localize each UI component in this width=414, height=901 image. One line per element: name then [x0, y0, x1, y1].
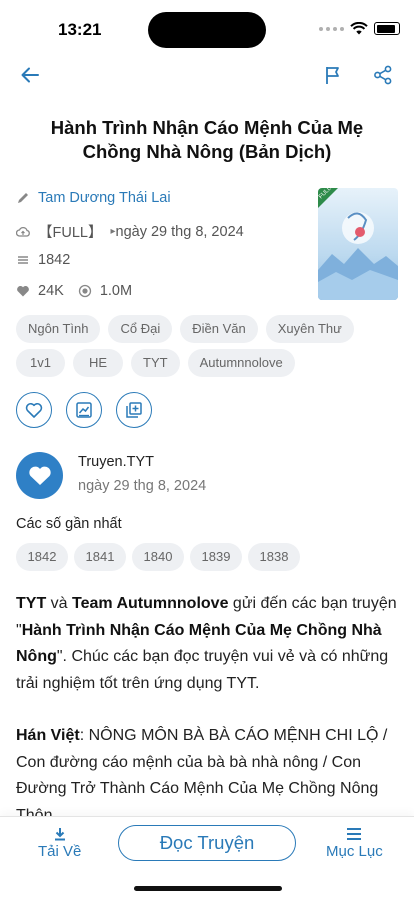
- description-paragraph: TYT và Team Autumnnolove gửi đến các bạn…: [16, 595, 397, 692]
- eye-icon: [78, 284, 92, 298]
- chapter-chip[interactable]: 1840: [132, 543, 184, 571]
- tag-chip[interactable]: HE: [72, 349, 124, 377]
- signal-icon: [319, 26, 344, 31]
- status-time: 13:21: [58, 20, 102, 39]
- tag-chip[interactable]: TYT: [131, 349, 180, 377]
- author-link[interactable]: Tam Dương Thái Lai: [38, 190, 171, 206]
- book-status: 【FULL】: [38, 225, 103, 241]
- menu-icon: [347, 828, 362, 840]
- action-buttons: [16, 392, 152, 428]
- description-paragraph: Hán Việt: NÔNG MÔN BÀ BÀ CÁO MỆNH CHI LỘ…: [16, 727, 388, 824]
- updated-date: ngày 29 thg 8, 2024: [115, 223, 244, 240]
- tag-chip[interactable]: Autumnnolove: [187, 349, 295, 377]
- likes-count: 24K: [38, 283, 64, 299]
- book-cover[interactable]: FULL: [318, 188, 398, 300]
- download-icon: [54, 828, 65, 841]
- views-count: 1.0M: [99, 283, 133, 299]
- favorite-button[interactable]: [16, 392, 52, 428]
- download-button[interactable]: Tải Về: [38, 827, 81, 860]
- chapter-chip[interactable]: 1839: [190, 543, 242, 571]
- tag-chip[interactable]: 1v1: [16, 349, 65, 377]
- share-icon[interactable]: [370, 62, 396, 88]
- heart-icon: [16, 284, 30, 298]
- author-row[interactable]: Tam Dương Thái Lai: [16, 190, 171, 206]
- chart-edit-icon: [76, 402, 92, 418]
- genre-tags: Ngôn Tình Cổ Đại Điền Văn Xuyên Thư 1v1 …: [16, 315, 406, 377]
- report-flag-icon[interactable]: [320, 62, 346, 88]
- download-label: Tải Về: [38, 843, 82, 860]
- add-box-icon: [126, 402, 142, 418]
- book-title: Hành Trình Nhận Cáo Mệnh Của Mẹ Chồng Nh…: [50, 117, 364, 162]
- chapter-chip[interactable]: 1842: [16, 543, 68, 571]
- tag-chip[interactable]: Ngôn Tình: [16, 315, 101, 343]
- tag-chip[interactable]: Xuyên Thư: [265, 315, 354, 343]
- toc-button[interactable]: Mục Lục: [326, 827, 383, 860]
- pen-icon: [16, 191, 30, 205]
- avatar[interactable]: [16, 452, 63, 499]
- tag-chip[interactable]: Điền Văn: [180, 315, 258, 343]
- stats-row: 24K 1.0M: [16, 283, 132, 299]
- chapter-count: 1842: [38, 252, 71, 268]
- battery-icon: [374, 22, 400, 35]
- back-arrow-icon[interactable]: [17, 62, 43, 88]
- tag-chip[interactable]: Cổ Đại: [108, 315, 173, 343]
- cloud-upload-icon: [16, 225, 30, 239]
- review-button[interactable]: [66, 392, 102, 428]
- dynamic-island: [148, 12, 266, 48]
- chapters-row: 1842: [16, 252, 70, 268]
- top-nav: [0, 58, 414, 90]
- recent-chapters-label: Các số gần nhất: [16, 516, 122, 532]
- status-bar: 13:21: [0, 0, 414, 56]
- chapter-chip[interactable]: 1841: [74, 543, 126, 571]
- add-to-library-button[interactable]: [116, 392, 152, 428]
- chapter-chip[interactable]: 1838: [248, 543, 300, 571]
- poster-name[interactable]: Truyen.TYT: [78, 454, 154, 470]
- read-button[interactable]: Đọc Truyện: [118, 825, 296, 861]
- wifi-icon: [350, 22, 368, 35]
- status-icons: [319, 22, 400, 35]
- heart-outline-icon: [25, 403, 43, 418]
- poster-row[interactable]: Truyen.TYT ngày 29 thg 8, 2024: [16, 452, 406, 500]
- toc-label: Mục Lục: [326, 843, 383, 860]
- list-icon: [16, 253, 30, 267]
- home-indicator: [134, 886, 282, 891]
- poster-date: ngày 29 thg 8, 2024: [78, 478, 207, 494]
- status-row: 【FULL】 ▸ ngày 29 thg 8, 2024: [16, 221, 244, 242]
- recent-chapters-list: 1842 1841 1840 1839 1838: [16, 543, 300, 571]
- heart-logo-icon: [28, 466, 51, 485]
